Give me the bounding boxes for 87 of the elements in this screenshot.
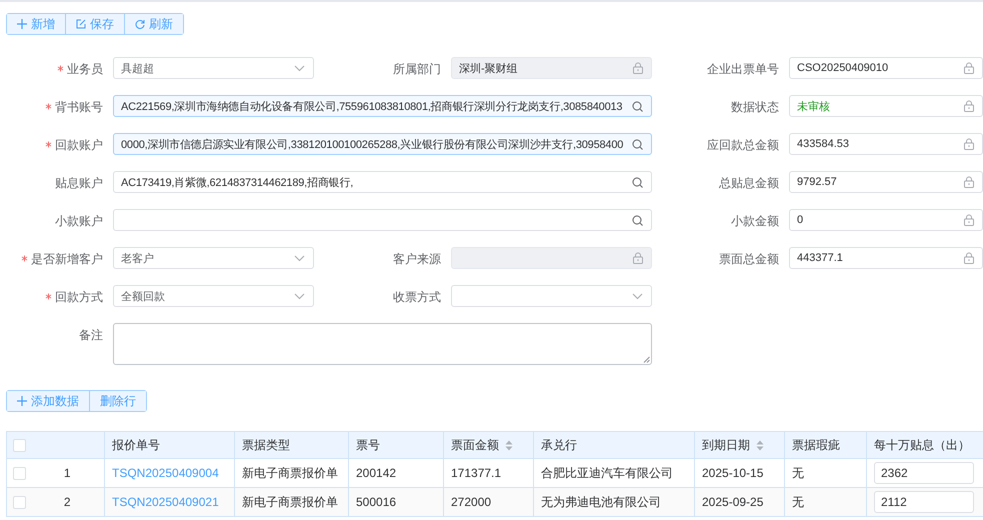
field-label: 业务员 (67, 61, 103, 78)
required-icon (45, 103, 52, 110)
column-header: 票号 (356, 436, 380, 454)
select-field[interactable]: 老客户 (113, 247, 314, 269)
resize-handle-icon (643, 356, 650, 363)
table-cell: 合肥比亚迪汽车有限公司 (541, 466, 673, 480)
input-field[interactable]: 433584.53 (789, 133, 983, 155)
table-cell: 无 (792, 466, 804, 480)
refresh-icon (135, 19, 145, 29)
field-label: 应回款总金额 (707, 137, 779, 154)
input-field[interactable]: 443377.1 (789, 247, 983, 269)
search-icon (632, 214, 643, 226)
column-header: 到期日期 (702, 436, 750, 454)
input-field[interactable]: 未审核 (789, 95, 983, 117)
search-field[interactable]: AC173419,肖紫微,6214837314462189,招商银行, (113, 171, 652, 193)
required-icon (45, 141, 52, 148)
edit-icon (76, 19, 86, 29)
field-label: 小款账户 (55, 213, 103, 230)
field-label: 回款方式 (55, 289, 103, 306)
lock-icon (633, 62, 643, 74)
chevron-down-icon (294, 292, 305, 300)
chevron-down-icon (294, 64, 305, 72)
column-header: 票据瑕疵 (792, 436, 840, 454)
column-header: 票面金额 (451, 436, 499, 454)
lock-icon (633, 252, 643, 264)
column-header: 票据类型 (242, 436, 290, 454)
search-icon (632, 138, 643, 150)
table-cell: 200142 (356, 466, 396, 480)
search-icon (632, 100, 643, 112)
table-cell: 新电子商票报价单 (242, 494, 338, 508)
select-field[interactable] (451, 285, 652, 307)
chevron-down-icon (294, 254, 305, 262)
required-icon (57, 65, 64, 72)
field-label: 备注 (79, 327, 103, 344)
lock-icon (964, 62, 974, 74)
row-number: 1 (64, 466, 71, 480)
sort-icon (756, 440, 764, 450)
select-field[interactable]: 全额回款 (113, 285, 314, 307)
field-label: 总贴息金额 (719, 175, 779, 192)
table-cell: 无为弗迪电池有限公司 (541, 494, 661, 508)
rate-input[interactable]: 2112 (874, 491, 974, 513)
rate-input[interactable]: 2362 (874, 462, 974, 484)
search-field[interactable]: 0000,深圳市信德启源实业有限公司,338120100100265288,兴业银行股份有限公司深圳沙井支行,30958400 (113, 133, 652, 155)
chevron-down-icon (632, 292, 643, 300)
input-field[interactable]: 0 (789, 209, 983, 231)
table-cell: 171377.1 (451, 466, 502, 480)
plus-icon (17, 19, 27, 29)
field-label: 收票方式 (393, 289, 441, 306)
lock-icon (964, 214, 974, 226)
search-field[interactable] (113, 209, 652, 231)
field-label: 贴息账户 (55, 175, 103, 192)
sort-icon (505, 440, 513, 450)
checkbox[interactable] (13, 496, 26, 508)
table-cell: 2025-10-15 (702, 466, 764, 480)
lock-icon (964, 100, 974, 112)
lock-icon (964, 138, 974, 150)
table-cell: 无 (792, 494, 804, 508)
column-header: 报价单号 (112, 436, 160, 454)
input-field[interactable]: CSO20250409010 (789, 57, 983, 79)
table-cell: 500016 (356, 495, 396, 509)
field-label: 所属部门 (393, 61, 441, 78)
field-label: 企业出票单号 (707, 61, 779, 78)
text-area[interactable] (113, 323, 652, 365)
field-label: 小款金额 (731, 213, 779, 230)
plus-icon (17, 396, 27, 406)
table-cell: 272000 (451, 495, 492, 509)
column-header: 承兑行 (541, 436, 577, 454)
field-label: 客户来源 (393, 251, 441, 268)
search-icon (632, 176, 643, 188)
lock-icon (964, 252, 974, 264)
required-icon (21, 255, 28, 262)
select-field[interactable]: 具超超 (113, 57, 314, 79)
required-icon (45, 293, 52, 300)
row-number: 2 (64, 495, 71, 509)
column-header: 每十万贴息（出） (874, 436, 970, 454)
field-label: 是否新增客户 (31, 251, 103, 268)
lock-icon (964, 176, 974, 188)
field-label: 背书账号 (55, 99, 103, 116)
checkbox[interactable] (13, 466, 26, 480)
field-label: 数据状态 (731, 99, 779, 116)
table-cell: 新电子商票报价单 (242, 466, 338, 480)
search-field[interactable]: AC221569,深圳市海纳德自动化设备有限公司,755961083810801,招商银行深圳分行龙岗支行,3085840013 (113, 95, 652, 117)
checkbox[interactable] (13, 438, 26, 452)
input-field[interactable]: 9792.57 (789, 171, 983, 193)
field-label: 票面总金额 (719, 251, 779, 268)
field-label: 回款账户 (55, 137, 103, 154)
table-cell: 2025-09-25 (702, 495, 764, 509)
